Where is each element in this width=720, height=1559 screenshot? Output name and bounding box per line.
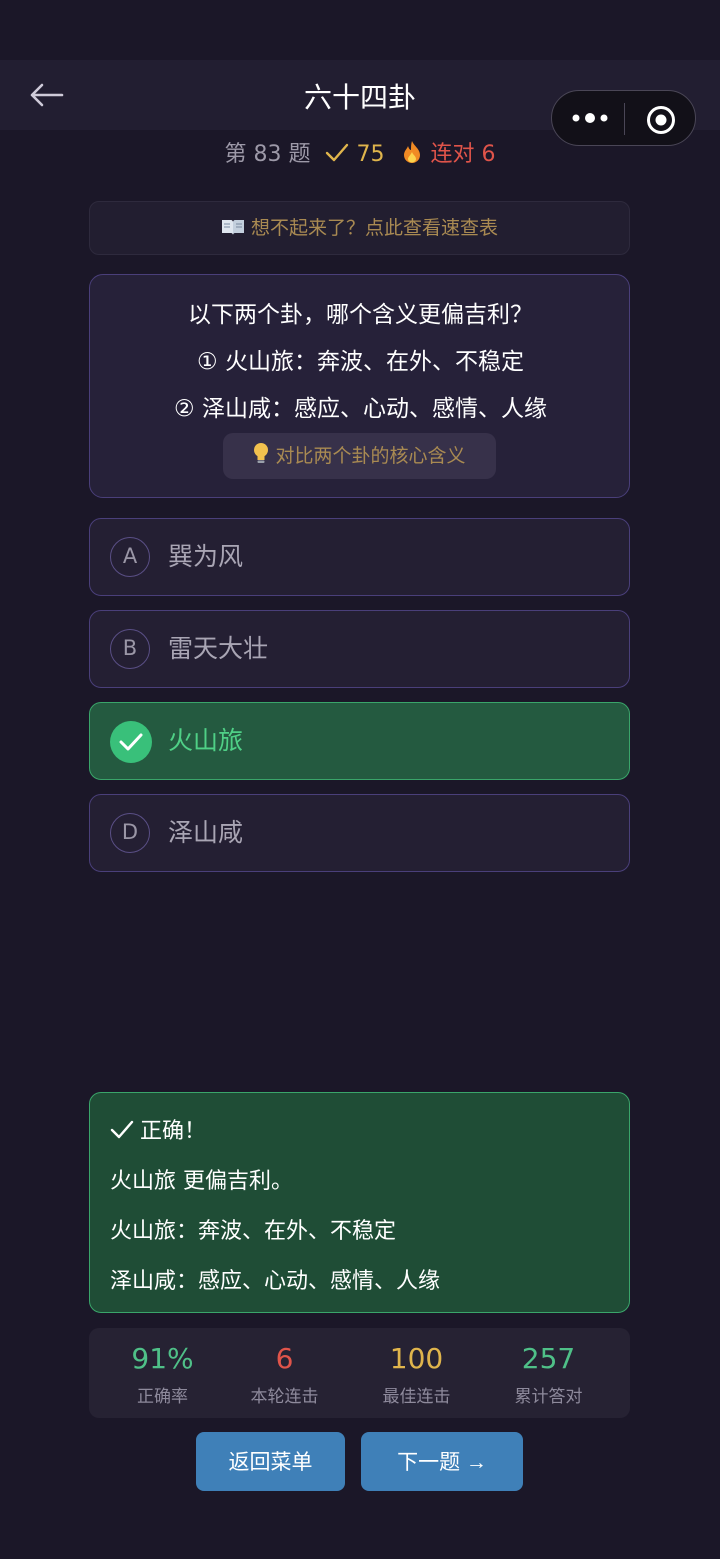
stat-value: 257 [521, 1342, 576, 1375]
stat-round-streak: 6 本轮连击 [217, 1328, 352, 1407]
hint-badge[interactable]: 对比两个卦的核心含义 [223, 433, 496, 479]
option-c[interactable]: 火山旅 [89, 702, 630, 780]
result-line-3: 泽山咸：感应、心动、感情、人缘 [110, 1269, 441, 1294]
question-card: 以下两个卦，哪个含义更偏吉利？ ① 火山旅：奔波、在外、不稳定 ② 泽山咸：感应… [89, 274, 630, 498]
option-text: 巽为风 [168, 542, 244, 571]
lightbulb-icon [254, 443, 269, 463]
option-letter: A [110, 537, 150, 577]
book-icon [221, 220, 244, 235]
stat-label: 正确率 [137, 1387, 188, 1407]
streak-value: 连对 6 [430, 142, 496, 167]
check-icon [110, 1120, 134, 1139]
stat-best-streak: 100 最佳连击 [349, 1328, 484, 1407]
more-dots-icon[interactable] [571, 107, 609, 129]
stat-label: 本轮连击 [250, 1387, 319, 1407]
score-value: 75 [356, 142, 385, 167]
result-panel: 正确！ 火山旅 更偏吉利。 火山旅：奔波、在外、不稳定 泽山咸：感应、心动、感情… [89, 1092, 630, 1313]
check-icon [326, 143, 349, 162]
score: 75 [325, 142, 384, 167]
stat-label: 累计答对 [514, 1387, 583, 1407]
stat-accuracy: 91% 正确率 [95, 1328, 230, 1407]
hint-text: 对比两个卦的核心含义 [275, 445, 466, 467]
streak: 连对 6 [401, 141, 496, 167]
stat-total-correct: 257 累计答对 [481, 1328, 616, 1407]
option-b[interactable]: B 雷天大壮 [89, 610, 630, 688]
stat-value: 6 [275, 1342, 294, 1375]
capsule-divider [624, 103, 625, 135]
stat-value: 100 [389, 1342, 444, 1375]
result-line-2: 火山旅：奔波、在外、不稳定 [110, 1219, 397, 1244]
mini-program-capsule [551, 90, 696, 146]
result-header: 正确！ [110, 1113, 206, 1145]
status-line: 第 83 题 75 连对 6 [0, 140, 720, 170]
stat-label: 最佳连击 [382, 1387, 451, 1407]
question-item-1: ① 火山旅：奔波、在外、不稳定 [197, 349, 524, 375]
cheatsheet-button[interactable]: 想不起来了？点此查看速查表 [89, 201, 630, 255]
stats-panel: 91% 正确率 6 本轮连击 100 最佳连击 257 累计答对 [89, 1328, 630, 1418]
question-prompt: 以下两个卦，哪个含义更偏吉利？ [188, 302, 533, 328]
result-header-text: 正确！ [140, 1119, 207, 1144]
fire-icon [404, 141, 421, 163]
option-text: 雷天大壮 [168, 634, 269, 663]
check-circle-icon [110, 721, 152, 763]
cheatsheet-label: 想不起来了？点此查看速查表 [250, 217, 498, 239]
option-letter: B [110, 629, 150, 669]
question-item-2: ② 泽山咸：感应、心动、感情、人缘 [174, 396, 547, 422]
stat-value: 91% [131, 1342, 194, 1375]
question-number: 第 83 题 [224, 142, 311, 167]
option-text: 泽山咸 [168, 818, 244, 847]
option-d[interactable]: D 泽山咸 [89, 794, 630, 872]
result-line-1: 火山旅 更偏吉利。 [110, 1169, 293, 1194]
option-letter: D [110, 813, 150, 853]
back-to-menu-button[interactable]: 返回菜单 [196, 1432, 345, 1491]
option-text: 火山旅 [168, 726, 244, 755]
option-a[interactable]: A 巽为风 [89, 518, 630, 596]
next-question-button[interactable]: 下一题 → [361, 1432, 523, 1491]
target-icon[interactable] [646, 105, 676, 135]
